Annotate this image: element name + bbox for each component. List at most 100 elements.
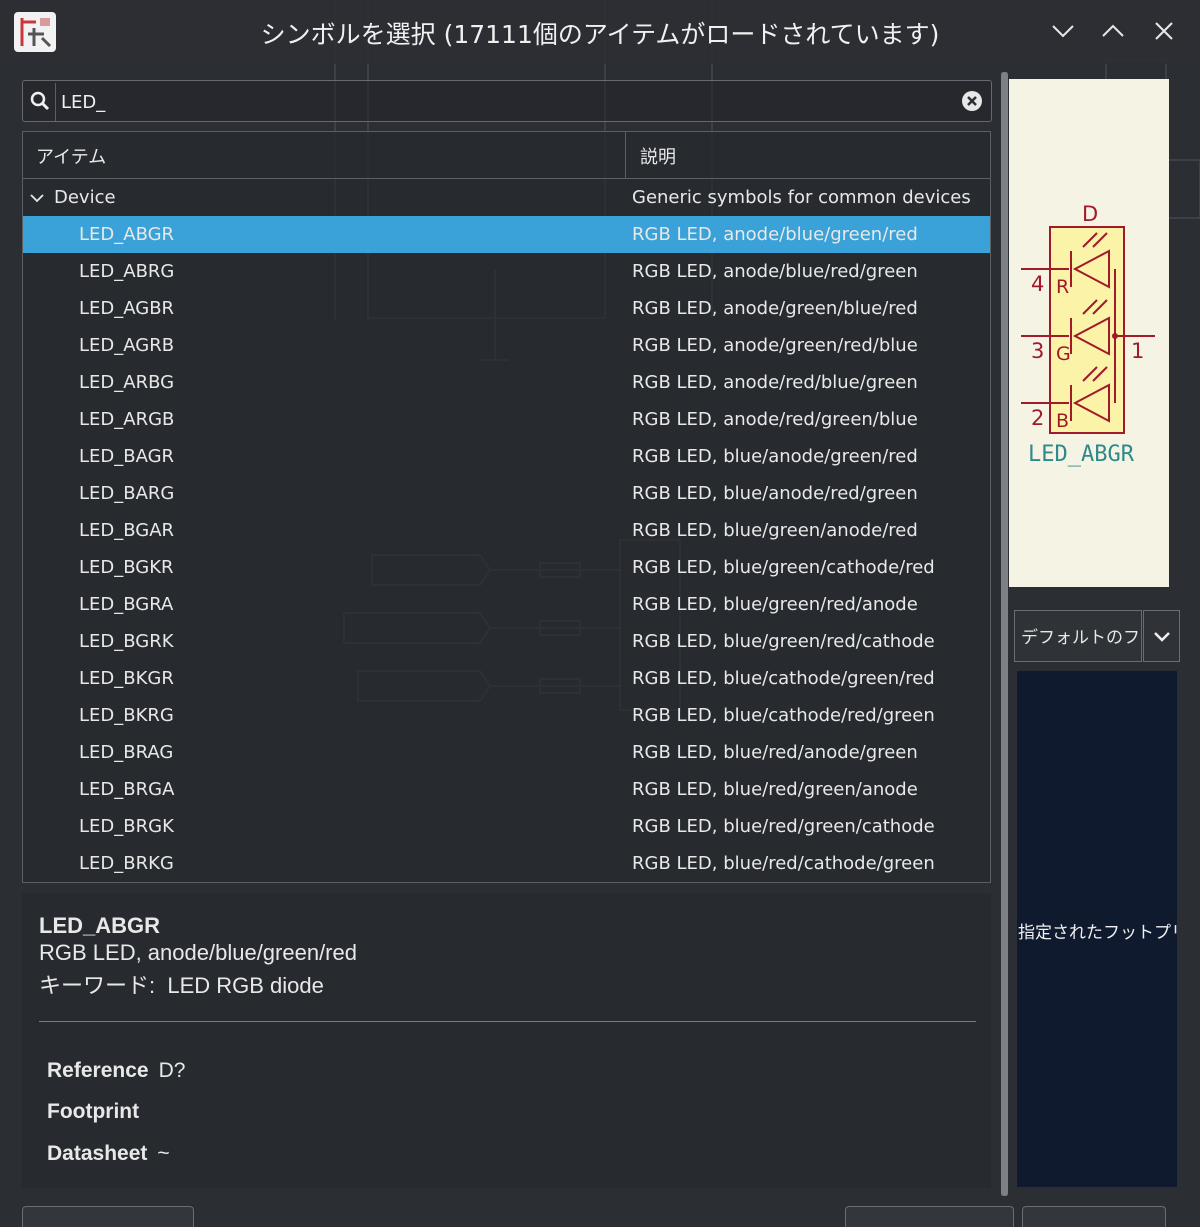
- pin-number-2: 2: [1031, 406, 1044, 430]
- column-header-item[interactable]: アイテム: [23, 132, 626, 178]
- symbol-description: RGB LED, blue/cathode/red/green: [632, 705, 935, 726]
- field-label: Footprint: [47, 1100, 140, 1123]
- symbol-description: RGB LED, blue/red/green/cathode: [632, 816, 935, 837]
- close-icon: [1155, 22, 1173, 40]
- symbol-description: RGB LED, anode/green/red/blue: [632, 335, 918, 356]
- symbol-row[interactable]: LED_BRKG RGB LED, blue/red/cathode/green: [23, 845, 990, 882]
- symbol-row[interactable]: LED_BGAR RGB LED, blue/green/anode/red: [23, 512, 990, 549]
- pin-number-3: 3: [1031, 339, 1044, 363]
- close-button[interactable]: [1147, 14, 1181, 48]
- window-title: シンボルを選択 (17111個のアイテムがロードされています): [260, 20, 940, 49]
- symbol-row[interactable]: LED_AGRB RGB LED, anode/green/red/blue: [23, 327, 990, 364]
- symbol-name: LED_BAGR: [79, 446, 175, 467]
- tree-header: アイテム 説明: [23, 132, 990, 179]
- symbol-row[interactable]: LED_ABGR RGB LED, anode/blue/green/red: [23, 216, 990, 253]
- pin-name-r: R: [1056, 276, 1069, 298]
- field-reference: Reference D?: [47, 1059, 185, 1083]
- symbol-description: RGB LED, blue/cathode/green/red: [632, 668, 935, 689]
- symbol-row[interactable]: LED_ARBG RGB LED, anode/red/blue/green: [23, 364, 990, 401]
- footprint-dropdown-button[interactable]: [1143, 610, 1180, 662]
- symbol-description: RGB LED, blue/green/red/anode: [632, 594, 918, 615]
- symbol-name: LED_BRGA: [79, 779, 175, 800]
- details-symbol-name: LED_ABGR: [39, 913, 161, 938]
- chevron-down-icon[interactable]: [29, 190, 45, 206]
- search-box: [22, 80, 992, 122]
- pin-name-b: B: [1056, 410, 1069, 432]
- search-input[interactable]: [55, 83, 963, 121]
- symbol-row[interactable]: LED_ARGB RGB LED, anode/red/green/blue: [23, 401, 990, 438]
- symbol-name: LED_ABGR: [79, 224, 175, 245]
- symbol-description: RGB LED, blue/green/red/cathode: [632, 631, 935, 652]
- no-footprint-message: 指定されたフットプリントがありません: [1018, 923, 1177, 943]
- column-header-description[interactable]: 説明: [626, 132, 990, 178]
- chevron-down-icon: [1052, 25, 1074, 38]
- field-value: ~: [157, 1142, 170, 1165]
- symbol-row[interactable]: LED_BGRK RGB LED, blue/green/red/cathode: [23, 623, 990, 660]
- field-label: Reference: [47, 1059, 149, 1082]
- symbol-description: RGB LED, blue/red/anode/green: [632, 742, 918, 763]
- symbol-preview: D 4 3 2 1 R G B LED_ABGR: [1009, 79, 1169, 587]
- symbol-row[interactable]: LED_BRGA RGB LED, blue/red/green/anode: [23, 771, 990, 808]
- preview-ref: D: [1082, 202, 1098, 226]
- symbol-tree: アイテム 説明 Device Generic symbols for commo…: [22, 131, 991, 883]
- chevron-up-icon: [1102, 24, 1124, 37]
- group-name: Device: [54, 187, 116, 208]
- symbol-row[interactable]: LED_BGRA RGB LED, blue/green/red/anode: [23, 586, 990, 623]
- search-icon: [30, 91, 50, 111]
- symbol-name: LED_BKRG: [79, 705, 174, 726]
- symbol-row[interactable]: LED_ABRG RGB LED, anode/blue/red/green: [23, 253, 990, 290]
- clear-search-icon[interactable]: [961, 90, 983, 112]
- symbol-name: LED_BRKG: [79, 853, 174, 874]
- symbol-name: LED_AGRB: [79, 335, 175, 356]
- tree-group-device[interactable]: Device Generic symbols for common device…: [23, 179, 990, 216]
- symbol-name: LED_BGRK: [79, 631, 174, 652]
- pin-number-1: 1: [1131, 339, 1144, 363]
- symbol-description: RGB LED, blue/anode/green/red: [632, 446, 918, 467]
- bottom-button-cancel[interactable]: [1022, 1206, 1166, 1227]
- field-footprint: Footprint: [47, 1100, 149, 1124]
- chevron-down-icon: [1154, 632, 1170, 642]
- symbol-row[interactable]: LED_BGKR RGB LED, blue/green/cathode/red: [23, 549, 990, 586]
- maximize-button[interactable]: [1096, 14, 1130, 48]
- pin-number-4: 4: [1031, 272, 1044, 296]
- bottom-button-ok[interactable]: [845, 1206, 1014, 1227]
- details-description: RGB LED, anode/blue/green/red: [39, 940, 357, 965]
- symbol-name: LED_BARG: [79, 483, 175, 504]
- symbol-name: LED_BRGK: [79, 816, 174, 837]
- led-rgb-symbol-drawing: D 4 3 2 1 R G B LED_ABGR: [1021, 202, 1155, 467]
- symbol-name: LED_BKGR: [79, 668, 174, 689]
- bottom-button-left[interactable]: [22, 1206, 194, 1227]
- symbol-description: RGB LED, blue/green/cathode/red: [632, 557, 935, 578]
- pin-name-g: G: [1056, 343, 1071, 365]
- symbol-row[interactable]: LED_BKGR RGB LED, blue/cathode/green/red: [23, 660, 990, 697]
- symbol-description: RGB LED, blue/red/cathode/green: [632, 853, 935, 874]
- details-divider: [39, 1021, 976, 1022]
- symbol-name: LED_ABRG: [79, 261, 175, 282]
- preview-value: LED_ABGR: [1028, 442, 1135, 467]
- symbol-name: LED_ARBG: [79, 372, 175, 393]
- symbol-description: RGB LED, anode/red/green/blue: [632, 409, 918, 430]
- symbol-row[interactable]: LED_BARG RGB LED, blue/anode/red/green: [23, 475, 990, 512]
- symbol-name: LED_ARGB: [79, 409, 175, 430]
- symbol-row[interactable]: LED_BRAG RGB LED, blue/red/anode/green: [23, 734, 990, 771]
- field-value: D?: [158, 1059, 186, 1082]
- details-keywords: キーワード: LED RGB diode: [39, 968, 324, 1000]
- symbol-row[interactable]: LED_BKRG RGB LED, blue/cathode/red/green: [23, 697, 990, 734]
- scrollbar-thumb[interactable]: [1001, 72, 1008, 1196]
- symbol-description: RGB LED, blue/green/anode/red: [632, 520, 918, 541]
- symbol-name: LED_BGRA: [79, 594, 174, 615]
- symbol-row[interactable]: LED_AGBR RGB LED, anode/green/blue/red: [23, 290, 990, 327]
- symbol-row[interactable]: LED_BAGR RGB LED, blue/anode/green/red: [23, 438, 990, 475]
- field-label: Datasheet: [47, 1142, 148, 1165]
- minimize-button[interactable]: [1046, 14, 1080, 48]
- symbol-name: LED_BRAG: [79, 742, 174, 763]
- symbol-description: RGB LED, anode/blue/red/green: [632, 261, 918, 282]
- symbol-details-panel: LED_ABGR RGB LED, anode/blue/green/red キ…: [22, 893, 991, 1188]
- footprint-selector[interactable]: デフォルトのフットプリント: [1014, 610, 1142, 662]
- symbol-row[interactable]: LED_BRGK RGB LED, blue/red/green/cathode: [23, 808, 990, 845]
- symbol-description: RGB LED, blue/anode/red/green: [632, 483, 918, 504]
- group-description: Generic symbols for common devices: [632, 187, 971, 208]
- footprint-preview: 指定されたフットプリントがありません: [1017, 671, 1177, 1187]
- field-datasheet: Datasheet ~: [47, 1142, 170, 1166]
- title-bar: シンボルを選択 (17111個のアイテムがロードされています): [0, 0, 1200, 64]
